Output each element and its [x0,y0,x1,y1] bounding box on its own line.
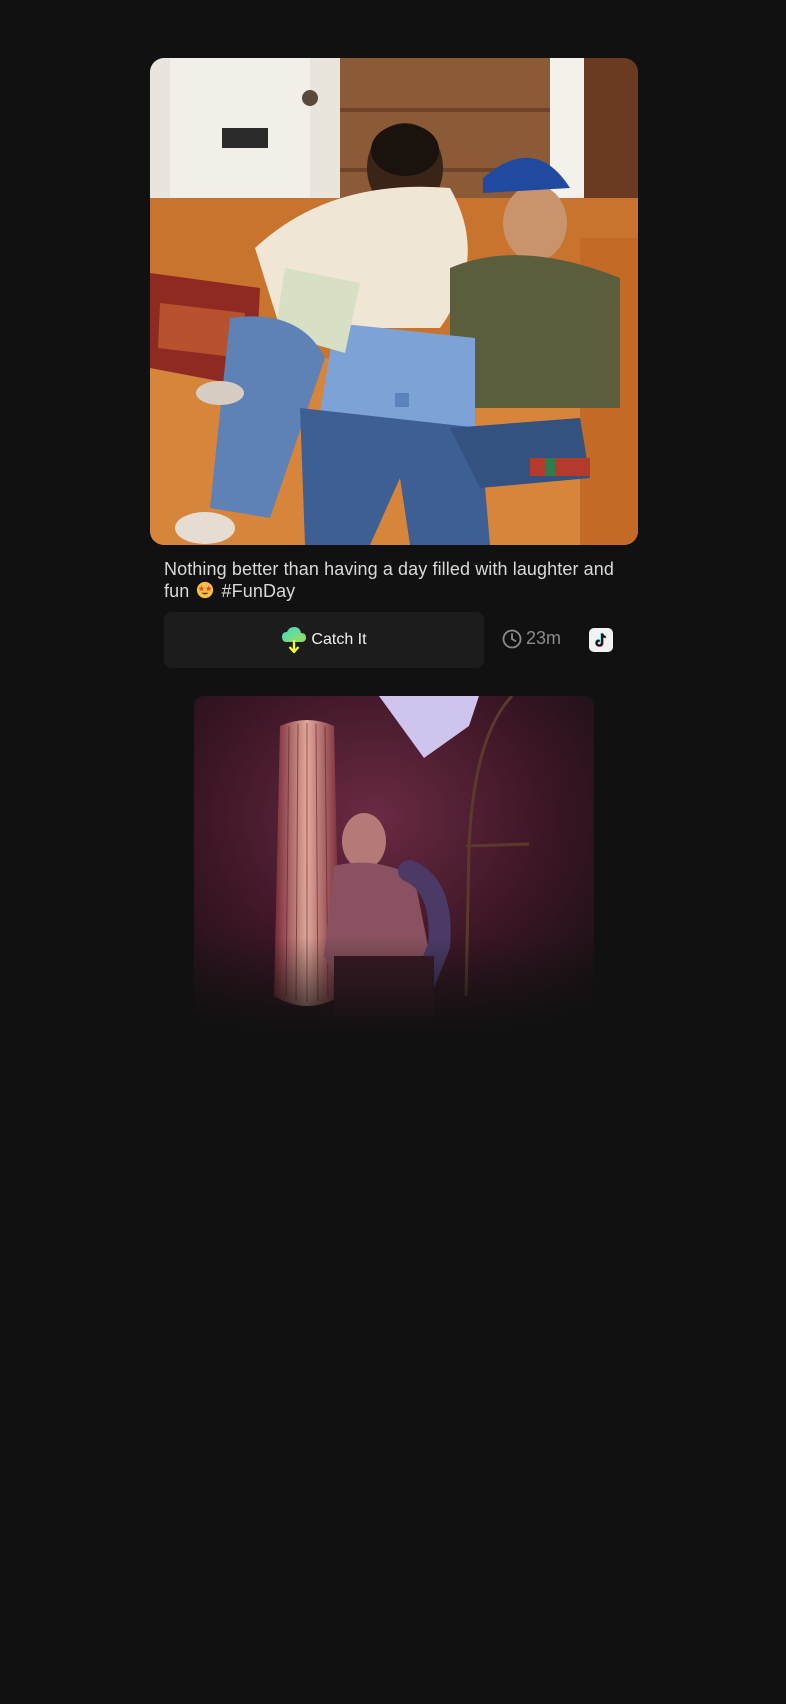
post-timestamp: 23m [502,628,561,649]
catch-it-label: Catch It [311,631,367,648]
time-ago: 23m [526,628,562,648]
catch-it-button[interactable]: Catch It [164,612,484,668]
clock-icon [502,629,522,648]
caption-hashtag[interactable]: #FunDay [222,581,296,601]
cloud-download-icon [282,627,307,654]
post-image[interactable] [150,58,638,545]
tiktok-icon[interactable] [589,628,613,652]
post-caption: Nothing better than having a day filled … [164,558,634,602]
post-actions: Catch It 23m [164,612,628,668]
post-image[interactable] [194,696,594,1041]
feed-page: Nothing better than having a day filled … [0,0,786,1704]
star-struck-emoji-icon [197,581,214,599]
